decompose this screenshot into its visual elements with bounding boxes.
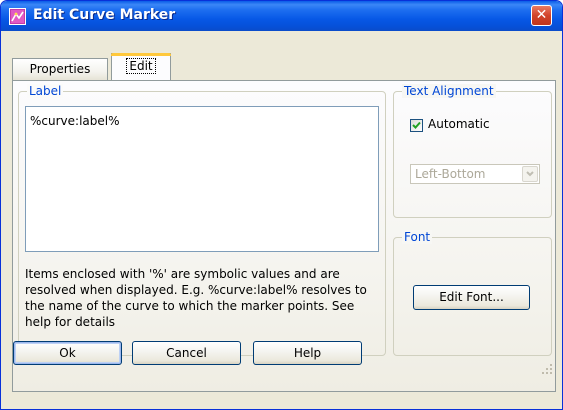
help-button[interactable]: Help bbox=[253, 341, 362, 365]
resize-grip-icon[interactable] bbox=[541, 363, 553, 375]
alignment-position-select[interactable]: Left-Bottom bbox=[410, 164, 540, 184]
chevron-down-icon[interactable] bbox=[522, 166, 538, 182]
label-groupbox: Label %curve:label% Items enclosed with … bbox=[18, 84, 386, 356]
font-group-title: Font bbox=[402, 230, 433, 244]
automatic-checkbox-label[interactable]: Automatic bbox=[428, 117, 490, 131]
label-help-text: Items enclosed with '%' are symbolic val… bbox=[25, 267, 367, 329]
cancel-button[interactable]: Cancel bbox=[132, 341, 241, 365]
dialog-window: Edit Curve Marker ✕ Properties Edit Labe… bbox=[0, 0, 563, 410]
tab-edit[interactable]: Edit bbox=[111, 53, 171, 81]
close-button[interactable]: ✕ bbox=[531, 5, 552, 26]
close-icon: ✕ bbox=[535, 7, 548, 23]
checkmark-icon bbox=[412, 121, 421, 129]
label-group-title: Label bbox=[27, 84, 64, 98]
tab-properties[interactable]: Properties bbox=[12, 58, 108, 80]
automatic-checkbox[interactable] bbox=[410, 119, 423, 132]
window-title: Edit Curve Marker bbox=[33, 7, 176, 23]
alignment-position-value: Left-Bottom bbox=[415, 167, 486, 181]
tab-edit-label: Edit bbox=[126, 58, 156, 74]
text-alignment-group-title: Text Alignment bbox=[402, 84, 496, 98]
tab-properties-label: Properties bbox=[29, 62, 91, 76]
title-bar[interactable]: Edit Curve Marker ✕ bbox=[1, 1, 562, 31]
edit-font-button[interactable]: Edit Font... bbox=[413, 285, 530, 310]
ok-button[interactable]: Ok bbox=[13, 341, 122, 365]
font-groupbox: Font Edit Font... bbox=[393, 230, 552, 356]
curve-marker-app-icon bbox=[9, 8, 26, 25]
text-alignment-groupbox: Text Alignment Automatic Left-Bottom bbox=[393, 84, 552, 218]
label-text-input[interactable]: %curve:label% bbox=[25, 106, 379, 252]
